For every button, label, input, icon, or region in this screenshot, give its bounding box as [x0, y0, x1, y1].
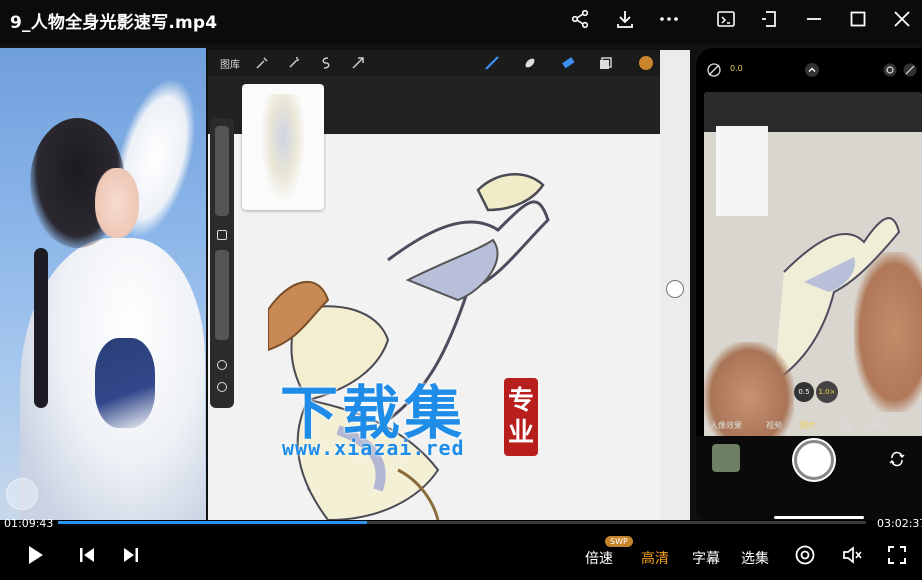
undo-icon [217, 360, 227, 370]
switch-camera-icon [888, 450, 906, 468]
smudge-icon [522, 55, 538, 71]
episodes-button[interactable]: 选集 [741, 548, 769, 568]
layers-icon [598, 55, 614, 71]
shutter-button [794, 440, 834, 480]
home-indicator [774, 516, 864, 519]
watermark-url: www.xiazai.red [282, 436, 465, 460]
progress-bar[interactable] [58, 521, 866, 524]
live-off-icon [902, 62, 918, 78]
modify-button-icon [217, 230, 227, 240]
color-swatch-icon [638, 55, 654, 71]
quality-button[interactable]: 高清 [641, 548, 669, 568]
video-frame[interactable]: 图库 0.0 0.5 1.0× 人像效果 视频 照片 人像 全景 下载集 www… [0, 44, 922, 520]
share-icon[interactable] [567, 6, 593, 32]
title-bar: 9_人物全身光影速写.mp4 [0, 0, 922, 44]
opacity-slider [215, 250, 229, 340]
photo-face [95, 168, 139, 238]
procreate-toolbar: 图库 [208, 50, 660, 76]
mode-photo: 照片 [800, 421, 816, 430]
watermark-seal: 专 业 [504, 378, 538, 456]
exposure-value: 0.0 [730, 64, 743, 73]
chevron-up-icon [804, 62, 820, 78]
mode-portrait-effect: 人像效果 [710, 421, 742, 430]
current-time: 01:09:43 [4, 517, 54, 530]
procreate-sidebar [210, 118, 234, 408]
wrench-icon [254, 55, 270, 71]
assistive-touch-button [6, 478, 38, 510]
play-icon[interactable] [24, 544, 46, 566]
eraser-icon [560, 55, 576, 71]
screen-capture-icon[interactable] [713, 6, 739, 32]
subtitle-button[interactable]: 字幕 [692, 548, 720, 568]
phone-top-bar: 0.0 [696, 48, 922, 92]
control-bar: 倍速 SWP 高清 字幕 选集 [0, 530, 922, 580]
drawing-hand [854, 252, 922, 412]
swp-badge: SWP [605, 536, 633, 547]
mode-video: 视频 [766, 421, 782, 430]
minimize-icon[interactable] [801, 6, 827, 32]
maximize-icon[interactable] [845, 6, 871, 32]
sketch-drawing [268, 173, 550, 520]
mode-panorama: 全景 [868, 421, 884, 430]
video-title: 9_人物全身光影速写.mp4 [10, 13, 218, 33]
reference-photo [0, 48, 206, 520]
more-icon[interactable] [656, 6, 682, 32]
gallery-label: 图库 [220, 60, 240, 71]
download-icon[interactable] [612, 6, 638, 32]
brush-icon [484, 55, 500, 71]
ipad-home-ring [666, 280, 684, 298]
selection-icon [318, 55, 334, 71]
magic-wand-icon [286, 55, 302, 71]
previous-icon[interactable] [76, 544, 98, 566]
mute-icon[interactable] [841, 544, 863, 566]
close-icon[interactable] [889, 6, 915, 32]
danmaku-icon[interactable] [794, 544, 816, 566]
photo-braid [34, 248, 48, 408]
zoom-0-5: 0.5 [794, 382, 814, 402]
mode-portrait: 人像 [836, 421, 852, 430]
redo-icon [217, 382, 227, 392]
total-time: 03:02:37 [877, 517, 922, 530]
next-icon[interactable] [120, 544, 142, 566]
flash-off-icon [706, 62, 722, 78]
brush-size-slider [215, 126, 229, 216]
fullscreen-icon[interactable] [886, 544, 908, 566]
pip-icon[interactable] [757, 6, 783, 32]
gallery-preview [712, 444, 740, 472]
progress-fill [58, 521, 367, 524]
live-photo-icon [882, 62, 898, 78]
photo-ribbon [95, 338, 155, 428]
phone-camera: 0.0 0.5 1.0× 人像效果 视频 照片 人像 全景 [696, 48, 922, 520]
zoom-1x: 1.0× [816, 381, 838, 403]
speed-button[interactable]: 倍速 [585, 548, 613, 568]
transform-icon [350, 55, 366, 71]
